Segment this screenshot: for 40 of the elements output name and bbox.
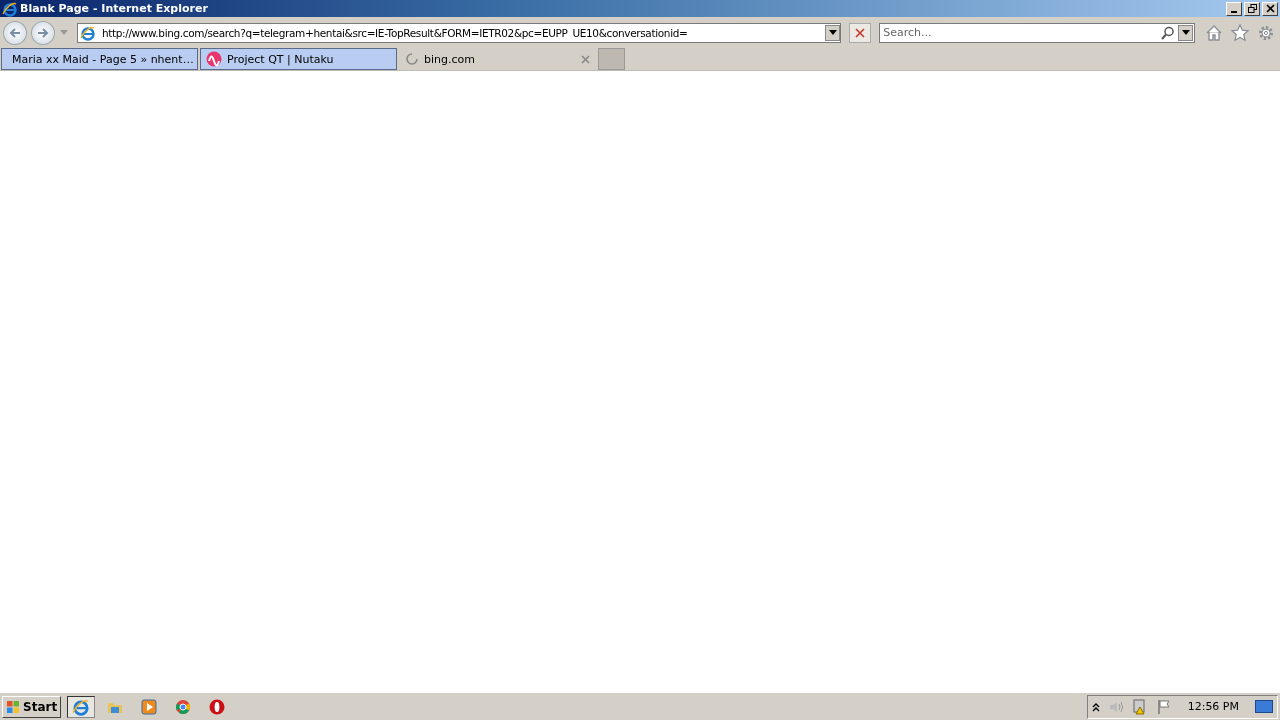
flag-icon[interactable] [1155,698,1172,715]
search-field[interactable]: Search... [879,22,1196,43]
taskbar-ie-button[interactable] [67,695,96,718]
stop-button[interactable] [849,22,872,43]
minimize-icon [1231,10,1237,13]
wave-icon [206,51,222,67]
caret-icon [828,30,837,35]
tab-title: bing.com [424,52,476,66]
search-icon[interactable] [1161,25,1176,40]
loading-spinner-icon [405,52,419,66]
tab-title: Maria xx Maid - Page 5 » nhent… [12,52,194,66]
network-warning-icon[interactable] [1131,698,1148,715]
ie-icon [72,697,91,716]
clock[interactable]: 12:56 PM [1187,700,1239,713]
restore-icon [1247,4,1257,13]
caret-icon [1181,30,1190,35]
close-icon [1265,4,1275,13]
ie-icon [79,24,96,41]
address-dropdown-button[interactable] [825,24,841,41]
back-button[interactable] [3,20,27,45]
browser-tab[interactable]: Project QT | Nutaku [200,48,397,70]
windows-logo-icon [6,699,20,714]
minimize-button[interactable] [1226,1,1242,16]
start-button[interactable]: Start [2,695,62,718]
arrow-right-icon [35,25,50,40]
close-icon [855,27,866,38]
show-desktop-icon[interactable] [1255,699,1273,714]
browser-tab[interactable]: Maria xx Maid - Page 5 » nhent… [1,48,198,70]
forward-button[interactable] [30,20,55,45]
address-bar[interactable]: http://www.bing.com/search?q=telegram+hentai&src=IE-TopResult&FORM=IETR02&pc=EUPP_UE10&conversationid= [76,22,842,43]
close-button[interactable] [1262,1,1278,16]
ie-icon [2,0,18,17]
arrow-left-icon [7,25,22,40]
tab-title: Project QT | Nutaku [227,52,335,66]
close-tab-icon[interactable] [580,54,590,64]
chevron-up-icon[interactable] [1091,701,1100,712]
address-url: http://www.bing.com/search?q=telegram+hentai&src=IE-TopResult&FORM=IETR02&pc=EUPP_UE10&conversationid= [100,26,689,39]
caret-icon [59,30,68,35]
restore-button[interactable] [1244,1,1260,16]
window-title: Blank Page - Internet Explorer [20,2,209,15]
